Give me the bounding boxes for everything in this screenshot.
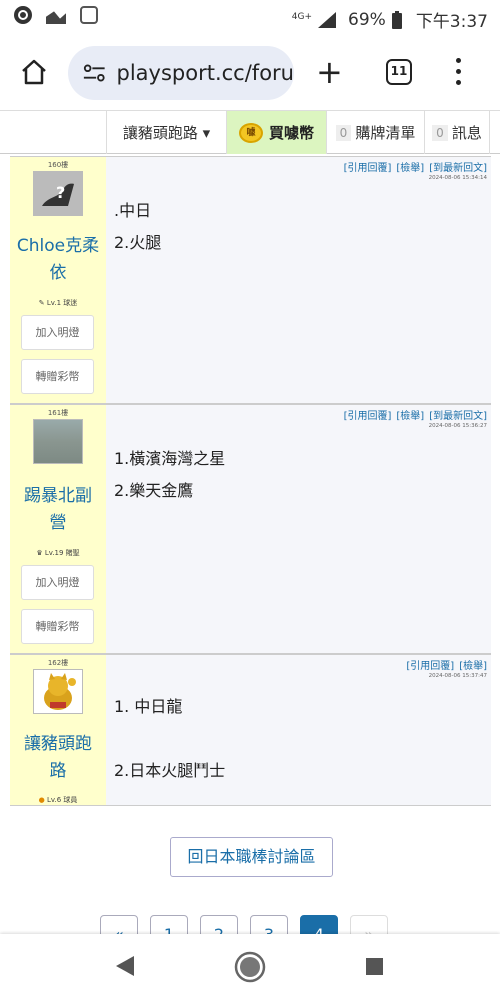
- post-timestamp: 2024-08-06 15:34:14: [428, 175, 487, 181]
- user-menu[interactable]: 讓豬頭跑路 ▾: [106, 111, 226, 154]
- message-count-badge: 0: [432, 124, 448, 141]
- post-author-panel: 162樓 讓豬頭跑路 ● Lv.6 球員: [10, 655, 106, 805]
- user-level: ♛ Lv.19 賭聖: [36, 549, 80, 557]
- cart-link[interactable]: 0 購牌清單: [326, 111, 424, 154]
- level-badge-icon: ♛: [36, 549, 45, 557]
- new-tab-icon[interactable]: +: [316, 56, 343, 88]
- tab-switcher-button[interactable]: 11: [386, 59, 412, 85]
- quote-reply-link[interactable]: [引用回覆]: [344, 411, 392, 422]
- home-icon[interactable]: [20, 58, 48, 86]
- network-label: 4G+: [291, 11, 313, 22]
- post: 162樓 讓豬頭跑路 ● Lv.6 球員 [引用回覆] [檢舉] 2024-08-…: [10, 654, 491, 806]
- username[interactable]: 讓豬頭跑路: [12, 731, 104, 785]
- report-link[interactable]: [檢舉]: [396, 411, 424, 422]
- svg-text:?: ?: [56, 183, 65, 202]
- photo-icon: [46, 6, 66, 24]
- post: 160樓 ? Chloe克柔依 ✎ Lv.1 球迷 加入明燈 轉贈彩幣 [引用回…: [10, 156, 491, 404]
- battery-icon: [391, 10, 402, 29]
- site-nav: 讓豬頭跑路 ▾ 噱買噱幣 0 購牌清單 0 訊息: [0, 110, 500, 154]
- report-link[interactable]: [檢舉]: [459, 661, 487, 672]
- floor-number: 161樓: [47, 409, 69, 417]
- address-bar[interactable]: playsport.cc/foru: [68, 46, 294, 100]
- level-badge-icon: ●: [38, 796, 47, 804]
- pencil-icon: ✎: [38, 299, 47, 307]
- signal-icon: [318, 11, 337, 28]
- user-level: ● Lv.6 球員: [38, 796, 78, 804]
- app-icon: [80, 6, 98, 24]
- more-menu-icon[interactable]: [456, 58, 462, 86]
- post-actions: [引用回覆] [檢舉] [到最新回文]: [339, 407, 487, 422]
- post-timestamp: 2024-08-06 15:36:27: [428, 423, 487, 429]
- notification-icon: [14, 6, 32, 24]
- post-actions: [引用回覆] [檢舉] [到最新回文]: [339, 159, 487, 174]
- home-button-icon[interactable]: [234, 951, 266, 983]
- username[interactable]: Chloe克柔依: [12, 233, 104, 287]
- username[interactable]: 踢暴北副營: [12, 483, 104, 537]
- messages-link[interactable]: 0 訊息: [424, 111, 490, 154]
- post-content: 1.橫濱海灣之星 2.樂天金鷹: [114, 449, 226, 500]
- report-link[interactable]: [檢舉]: [396, 163, 424, 174]
- url-text: playsport.cc/foru: [116, 61, 294, 85]
- avatar[interactable]: [33, 669, 83, 714]
- cart-count-badge: 0: [335, 124, 352, 141]
- gift-coin-button[interactable]: 轉贈彩幣: [21, 609, 94, 644]
- browser-toolbar: playsport.cc/foru + 11: [0, 36, 500, 108]
- quote-reply-link[interactable]: [引用回覆]: [344, 163, 392, 174]
- back-to-forum-button[interactable]: 回日本職棒討論區: [170, 837, 333, 877]
- gift-coin-button[interactable]: 轉贈彩幣: [21, 359, 94, 394]
- user-level: ✎ Lv.1 球迷: [38, 299, 78, 307]
- recents-icon[interactable]: [366, 958, 383, 975]
- status-bar: 4G+ 69% 下午3:37: [0, 0, 500, 36]
- post-author-panel: 161樓 踢暴北副營 ♛ Lv.19 賭聖 加入明燈 轉贈彩幣: [10, 405, 106, 653]
- latest-reply-link[interactable]: [到最新回文]: [429, 411, 487, 422]
- avatar[interactable]: [33, 419, 83, 464]
- floor-number: 160樓: [47, 161, 69, 169]
- system-nav-bar: [0, 934, 500, 1000]
- site-settings-icon[interactable]: [82, 61, 107, 85]
- post-content: .中日 2.火腿: [114, 201, 162, 252]
- buy-coin-button[interactable]: 噱買噱幣: [226, 111, 326, 154]
- unknown-user-icon: ?: [42, 183, 74, 206]
- latest-reply-link[interactable]: [到最新回文]: [429, 163, 487, 174]
- avatar[interactable]: ?: [33, 171, 83, 216]
- coin-icon: 噱: [238, 122, 263, 143]
- quote-reply-link[interactable]: [引用回覆]: [406, 661, 454, 672]
- clock: 下午3:37: [415, 12, 488, 32]
- add-light-button[interactable]: 加入明燈: [21, 565, 94, 600]
- post-timestamp: 2024-08-06 15:37:47: [428, 673, 487, 679]
- add-light-button[interactable]: 加入明燈: [21, 315, 94, 350]
- post-actions: [引用回覆] [檢舉]: [401, 657, 487, 672]
- lucky-cat-icon: [44, 672, 76, 710]
- post-author-panel: 160樓 ? Chloe克柔依 ✎ Lv.1 球迷 加入明燈 轉贈彩幣: [10, 157, 106, 403]
- post-content: 1. 中日龍 2.日本火腿鬥士: [114, 697, 226, 780]
- floor-number: 162樓: [47, 659, 69, 667]
- post: 161樓 踢暴北副營 ♛ Lv.19 賭聖 加入明燈 轉贈彩幣 [引用回覆] [檢…: [10, 404, 491, 654]
- battery-percent: 69%: [348, 9, 386, 30]
- back-icon[interactable]: [116, 956, 134, 976]
